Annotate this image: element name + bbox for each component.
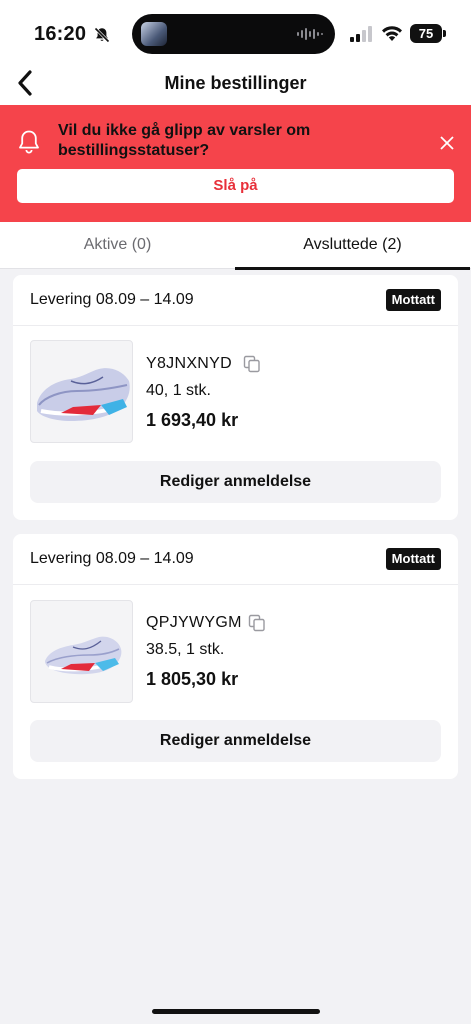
tab-completed-orders[interactable]: Avsluttede (2) [235,222,470,270]
product-image[interactable] [30,600,133,703]
dynamic-island [132,14,335,54]
order-price: 1 693,40 kr [146,410,239,430]
bell-muted-icon [94,27,110,43]
delivery-window: Levering 08.09 – 14.09 [30,550,194,567]
battery-indicator: 75 [410,24,442,43]
order-code: Y8JNXNYD [146,355,232,372]
status-time: 16:20 [34,23,87,45]
now-playing-artwork [141,22,167,46]
copy-icon[interactable] [248,614,266,632]
product-image[interactable] [30,340,133,443]
delivery-window: Levering 08.09 – 14.09 [30,291,194,308]
sneaker-image [37,368,130,421]
bell-icon [19,130,39,154]
order-code: QPJYWYGM [146,614,242,631]
order-price: 1 805,30 kr [146,669,239,689]
battery-tip [443,30,446,37]
order-card-header: Levering 08.09 – 14.09 Mottatt [13,275,458,326]
sneaker-image [45,636,122,675]
tab-active-indicator [235,267,470,270]
page-title: Mine bestillinger [164,73,307,93]
order-card: Levering 08.09 – 14.09 Mottatt QPJYWYGM … [13,534,458,779]
size-quantity: 38.5, 1 stk. [146,641,225,658]
banner-message: Vil du ikke gå glipp av varsler om besti… [58,122,311,159]
tab-label: Avsluttede (2) [303,236,402,253]
wifi-icon [382,26,402,41]
tab-label: Aktive (0) [83,236,152,253]
order-tabs: Aktive (0) Avsluttede (2) [0,222,471,270]
audio-wave-icon [297,28,323,40]
home-indicator[interactable] [152,1009,320,1014]
status-bar: 16:20 75 [0,0,471,70]
cellular-signal-icon [350,26,372,42]
copy-icon[interactable] [243,355,261,373]
close-icon[interactable] [436,132,458,154]
order-card: Levering 08.09 – 14.09 Mottatt Y8JNXNYD … [13,275,458,520]
tab-active-orders[interactable]: Aktive (0) [0,222,235,269]
edit-review-button[interactable]: Rediger anmeldelse [30,461,441,503]
navigation-bar: Mine bestillinger [0,62,471,106]
order-card-header: Levering 08.09 – 14.09 Mottatt [13,534,458,585]
size-quantity: 40, 1 stk. [146,382,211,399]
edit-review-button[interactable]: Rediger anmeldelse [30,720,441,762]
enable-notifications-button[interactable]: Slå på [17,169,454,203]
status-badge: Mottatt [385,289,441,311]
status-badge: Mottatt [385,548,441,570]
